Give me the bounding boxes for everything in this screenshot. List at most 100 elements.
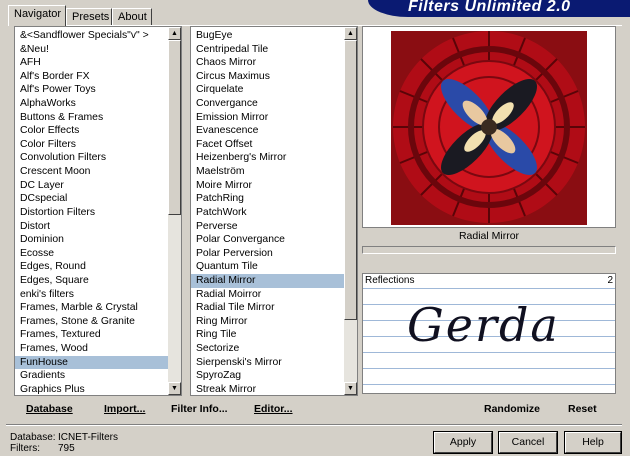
- filters-status-label: Filters:: [10, 443, 40, 454]
- list-item[interactable]: Circus Maximus: [191, 70, 344, 84]
- preview-panel: [362, 26, 616, 228]
- list-item[interactable]: &Neu!: [15, 43, 168, 57]
- filter-info-button[interactable]: Filter Info...: [171, 402, 228, 416]
- app-title: Filters Unlimited 2.0: [408, 0, 571, 15]
- list-item[interactable]: Crescent Moon: [15, 165, 168, 179]
- tab-presets[interactable]: Presets: [66, 8, 112, 25]
- list-item[interactable]: Ring Tile: [191, 328, 344, 342]
- list-item[interactable]: Frames, Textured: [15, 328, 168, 342]
- param-row-reflections[interactable]: Reflections 2: [363, 275, 615, 287]
- cancel-button[interactable]: Cancel: [498, 431, 558, 454]
- category-scroll-thumb[interactable]: [168, 40, 181, 215]
- scroll-down-icon[interactable]: ▼: [168, 382, 181, 395]
- list-item[interactable]: DCspecial: [15, 192, 168, 206]
- filter-list[interactable]: BugEye Centripedal Tile Chaos Mirror Circus…: [190, 26, 358, 396]
- list-item[interactable]: AFH: [15, 56, 168, 70]
- list-item[interactable]: Emission Mirror: [191, 111, 344, 125]
- help-label: Help: [582, 436, 604, 448]
- list-item[interactable]: Convergance: [191, 97, 344, 111]
- list-item[interactable]: Color Filters: [15, 138, 168, 152]
- scroll-down-icon[interactable]: ▼: [344, 382, 357, 395]
- reset-button[interactable]: Reset: [568, 402, 597, 416]
- list-item[interactable]: Dominion: [15, 233, 168, 247]
- list-item[interactable]: Quantum Tile: [191, 260, 344, 274]
- list-item[interactable]: Ecosse: [15, 247, 168, 261]
- editor-button[interactable]: Editor...: [254, 402, 293, 416]
- filter-info-label: Filter Info...: [171, 403, 228, 415]
- status-separator-highlight: [6, 425, 622, 426]
- database-status-label: Database:: [10, 432, 56, 443]
- reset-label: Reset: [568, 403, 597, 415]
- filter-scrollbar[interactable]: ▲ ▼: [344, 27, 357, 395]
- list-item[interactable]: Radial Tile Mirror: [191, 301, 344, 315]
- filter-scroll-thumb[interactable]: [344, 40, 357, 320]
- filter-items: BugEye Centripedal Tile Chaos Mirror Circus…: [191, 29, 344, 395]
- randomize-label: Randomize: [484, 403, 541, 415]
- list-item[interactable]: Maelström: [191, 165, 344, 179]
- list-item[interactable]: Sectorize: [191, 342, 344, 356]
- list-item[interactable]: Edges, Round: [15, 260, 168, 274]
- list-item[interactable]: enki's filters: [15, 288, 168, 302]
- list-item[interactable]: Alf's Border FX: [15, 70, 168, 84]
- tab-about[interactable]: About: [112, 8, 152, 25]
- list-item[interactable]: Edges, Square: [15, 274, 168, 288]
- tab-about-label: About: [118, 11, 147, 23]
- list-item[interactable]: Alf's Power Toys: [15, 83, 168, 97]
- watermark-signature: Gerda: [407, 298, 560, 352]
- database-button[interactable]: Database: [26, 402, 73, 416]
- list-item[interactable]: PatchRing: [191, 192, 344, 206]
- scroll-up-icon[interactable]: ▲: [168, 27, 181, 40]
- list-item[interactable]: Sierpenski's Mirror: [191, 356, 344, 370]
- list-item[interactable]: DC Layer: [15, 179, 168, 193]
- import-button[interactable]: Import...: [104, 402, 145, 416]
- help-button[interactable]: Help: [564, 431, 622, 454]
- list-item[interactable]: Polar Convergance: [191, 233, 344, 247]
- list-item[interactable]: Graphics Plus: [15, 383, 168, 395]
- list-item[interactable]: Polar Perversion: [191, 247, 344, 261]
- randomize-button[interactable]: Randomize: [484, 402, 540, 416]
- list-item[interactable]: Frames, Marble & Crystal: [15, 301, 168, 315]
- apply-label: Apply: [449, 436, 477, 448]
- filters-status-value: 795: [58, 443, 75, 454]
- list-item[interactable]: Evanescence: [191, 124, 344, 138]
- list-item[interactable]: Cirquelate: [191, 83, 344, 97]
- import-label: Import...: [104, 403, 146, 415]
- list-item[interactable]: Perverse: [191, 220, 344, 234]
- param-divider: [363, 384, 615, 385]
- list-item[interactable]: &<Sandflower Specials"v" >: [15, 29, 168, 43]
- param-value: 2: [607, 275, 613, 286]
- scroll-up-icon[interactable]: ▲: [344, 27, 357, 40]
- param-label: Reflections: [365, 275, 415, 286]
- database-label: Database: [26, 403, 73, 415]
- list-item[interactable]: FunHouse: [15, 355, 168, 370]
- list-item[interactable]: Facet Offset: [191, 138, 344, 152]
- category-list[interactable]: &<Sandflower Specials"v" > &Neu! AFH Alf's …: [14, 26, 182, 396]
- list-item[interactable]: Centripedal Tile: [191, 43, 344, 57]
- list-item[interactable]: AlphaWorks: [15, 97, 168, 111]
- list-item[interactable]: Heizenberg's Mirror: [191, 151, 344, 165]
- list-item[interactable]: Distort: [15, 220, 168, 234]
- list-item[interactable]: Radial Moirror: [191, 288, 344, 302]
- selected-filter-name: Radial Mirror: [458, 230, 520, 242]
- list-item[interactable]: Frames, Stone & Granite: [15, 315, 168, 329]
- param-divider: [363, 352, 615, 353]
- list-item[interactable]: PatchWork: [191, 206, 344, 220]
- list-item[interactable]: Chaos Mirror: [191, 56, 344, 70]
- category-scrollbar[interactable]: ▲ ▼: [168, 27, 181, 395]
- list-item[interactable]: Gradients: [15, 369, 168, 383]
- list-item[interactable]: Radial Mirror: [191, 273, 344, 288]
- list-item[interactable]: Distortion Filters: [15, 206, 168, 220]
- list-item[interactable]: Streak Mirror: [191, 383, 344, 395]
- database-status-value: ICNET-Filters: [58, 432, 118, 443]
- list-item[interactable]: Convolution Filters: [15, 151, 168, 165]
- list-item[interactable]: SpyroZag: [191, 369, 344, 383]
- list-item[interactable]: Ring Mirror: [191, 315, 344, 329]
- list-item[interactable]: Moire Mirror: [191, 179, 344, 193]
- list-item[interactable]: Frames, Wood: [15, 342, 168, 356]
- list-item[interactable]: BugEye: [191, 29, 344, 43]
- list-item[interactable]: Color Effects: [15, 124, 168, 138]
- tab-navigator[interactable]: Navigator: [8, 5, 66, 26]
- status-info: Database: ICNET-Filters Filters: 795: [10, 432, 118, 454]
- apply-button[interactable]: Apply: [433, 431, 493, 454]
- list-item[interactable]: Buttons & Frames: [15, 111, 168, 125]
